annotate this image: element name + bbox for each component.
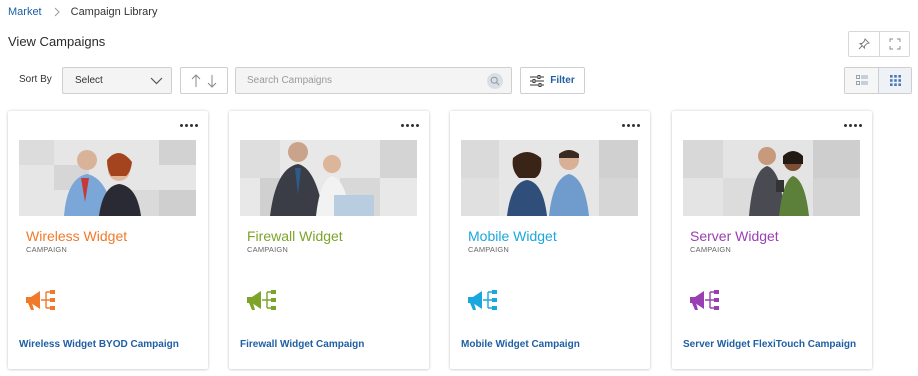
- card-title: Firewall Widget: [247, 228, 343, 244]
- sort-by-label: Sort By: [19, 74, 52, 85]
- grid-view-button[interactable]: [878, 68, 911, 93]
- campaign-link[interactable]: Mobile Widget Campaign: [461, 339, 580, 350]
- sort-direction-button[interactable]: [180, 67, 228, 94]
- campaign-image: [683, 140, 860, 216]
- list-view-icon: [855, 75, 868, 85]
- more-options-icon[interactable]: [180, 119, 198, 131]
- pin-button[interactable]: [849, 32, 879, 56]
- arrow-up-icon: [191, 73, 201, 87]
- breadcrumb: Market Campaign Library: [8, 6, 157, 18]
- sort-select-value: Select: [75, 75, 103, 86]
- card-subtitle: CAMPAIGN: [247, 245, 289, 254]
- campaign-link[interactable]: Server Widget FlexiTouch Campaign: [683, 339, 856, 350]
- campaign-card[interactable]: Wireless Widget CAMPAIGN Wireless Widget…: [8, 111, 208, 369]
- view-toggle: [844, 67, 912, 94]
- fullscreen-button[interactable]: [879, 32, 909, 56]
- campaign-card[interactable]: Mobile Widget CAMPAIGN Mobile Widget Cam…: [450, 111, 650, 369]
- card-title: Server Widget: [690, 228, 779, 244]
- megaphone-network-icon: [465, 289, 501, 316]
- campaign-link[interactable]: Wireless Widget BYOD Campaign: [19, 339, 179, 350]
- grid-view-icon: [889, 75, 901, 86]
- card-subtitle: CAMPAIGN: [468, 245, 510, 254]
- search-box: [235, 67, 512, 94]
- campaign-image: [461, 140, 638, 216]
- fullscreen-icon: [889, 38, 900, 50]
- megaphone-network-icon: [687, 289, 723, 316]
- more-options-icon[interactable]: [844, 119, 862, 131]
- breadcrumb-current: Campaign Library: [70, 6, 158, 18]
- card-subtitle: CAMPAIGN: [690, 245, 732, 254]
- list-view-button[interactable]: [845, 68, 878, 93]
- filter-label: Filter: [550, 75, 575, 86]
- card-title: Mobile Widget: [468, 228, 557, 244]
- campaign-image: [240, 140, 417, 216]
- header-actions: [848, 31, 910, 57]
- search-input[interactable]: [236, 68, 487, 93]
- page-title: View Campaigns: [8, 34, 106, 49]
- megaphone-network-icon: [244, 289, 280, 316]
- card-subtitle: CAMPAIGN: [26, 245, 68, 254]
- campaign-link[interactable]: Firewall Widget Campaign: [240, 339, 364, 350]
- search-icon[interactable]: [487, 72, 503, 89]
- card-title: Wireless Widget: [26, 228, 128, 244]
- filter-button[interactable]: Filter: [520, 67, 585, 94]
- megaphone-network-icon: [23, 289, 59, 316]
- filter-sliders-icon: [530, 74, 545, 87]
- sort-select[interactable]: Select: [62, 67, 172, 94]
- pin-icon: [858, 38, 870, 50]
- arrow-down-icon: [207, 74, 217, 88]
- campaign-image: [19, 140, 196, 216]
- campaign-card[interactable]: Firewall Widget CAMPAIGN Firewall Widget…: [229, 111, 429, 369]
- breadcrumb-market-link[interactable]: Market: [8, 6, 42, 18]
- chevron-right-icon: [54, 7, 60, 17]
- more-options-icon[interactable]: [401, 119, 419, 131]
- chevron-down-icon: [150, 77, 163, 84]
- campaign-card[interactable]: Server Widget CAMPAIGN Server Widget Fle…: [672, 111, 872, 369]
- more-options-icon[interactable]: [622, 119, 640, 131]
